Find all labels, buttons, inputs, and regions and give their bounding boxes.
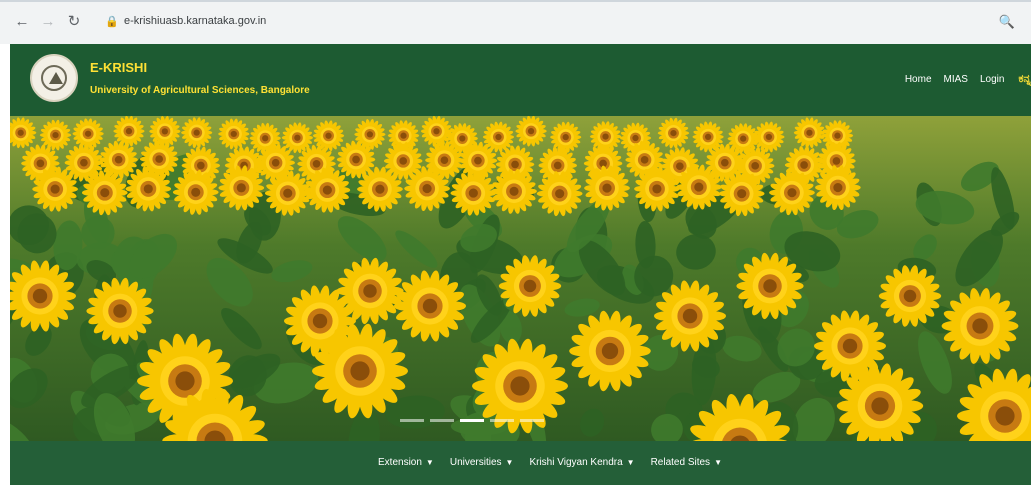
carousel-indicator[interactable] (490, 419, 514, 422)
address-bar-url[interactable]: e-krishiuasb.karnataka.gov.in (124, 15, 266, 27)
hero-carousel[interactable] (10, 116, 1031, 441)
main-nav: Home MIAS Login ಕನ್ನ (905, 73, 1031, 86)
caret-down-icon: ▼ (714, 458, 722, 467)
logo-emblem (49, 72, 63, 84)
carousel-indicator[interactable] (520, 419, 544, 422)
nav-related-sites-dropdown[interactable]: Related Sites ▼ (651, 457, 722, 468)
site-title[interactable]: E-KRISHI (90, 60, 147, 75)
nav-login-link[interactable]: Login (980, 74, 1004, 85)
site-header: E-KRISHI University of Agricultural Scie… (10, 44, 1031, 116)
sunflower-field-image (10, 116, 1031, 441)
address-bar[interactable]: 🔒 e-krishiuasb.karnataka.gov.in (104, 13, 1004, 33)
nav-extension-dropdown[interactable]: Extension ▼ (378, 457, 434, 468)
carousel-indicator[interactable] (430, 419, 454, 422)
carousel-indicator[interactable] (400, 419, 424, 422)
back-arrow-icon[interactable]: ← (12, 12, 32, 32)
carousel-indicator[interactable] (460, 419, 484, 422)
site-subtitle: University of Agricultural Sciences, Ban… (90, 85, 310, 96)
nav-home-link[interactable]: Home (905, 74, 932, 85)
caret-down-icon: ▼ (425, 458, 434, 467)
university-logo[interactable] (30, 54, 78, 102)
browser-toolbar: ← → ↻ 🔒 e-krishiuasb.karnataka.gov.in 🔍 (0, 0, 1031, 44)
nav-universities-dropdown[interactable]: Universities ▼ (450, 457, 514, 468)
carousel-indicators (400, 419, 544, 422)
nav-mias-link[interactable]: MIAS (944, 74, 968, 85)
reload-icon[interactable]: ↻ (64, 12, 84, 32)
zoom-icon[interactable]: 🔍 (997, 12, 1017, 32)
caret-down-icon: ▼ (505, 458, 514, 467)
caret-down-icon: ▼ (626, 458, 635, 467)
forward-arrow-icon[interactable]: → (38, 12, 58, 32)
secondary-nav: Extension ▼ Universities ▼ Krishi Vigyan K… (10, 441, 1031, 485)
lock-icon: 🔒 (105, 16, 119, 28)
language-toggle[interactable]: ಕನ್ನ (1018, 73, 1031, 86)
nav-kvk-dropdown[interactable]: Krishi Vigyan Kendra ▼ (529, 457, 634, 468)
